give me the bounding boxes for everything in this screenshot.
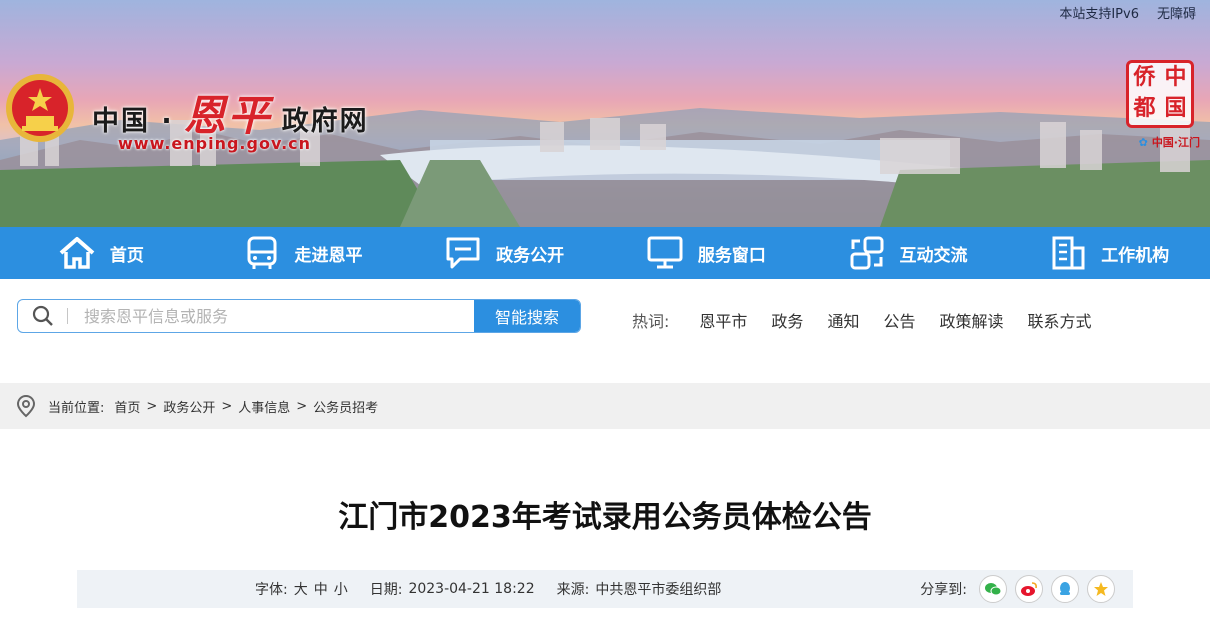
hot-keyword[interactable]: 政务 — [771, 308, 803, 332]
seal-caption-text: 中国·江门 — [1151, 136, 1200, 149]
ipv6-link[interactable]: 本站支持IPv6 — [1059, 3, 1139, 22]
nav-label: 工作机构 — [1101, 245, 1170, 266]
hot-keyword[interactable]: 政策解读 — [939, 308, 1003, 332]
hot-keyword[interactable]: 通知 — [827, 308, 859, 332]
font-size-medium[interactable]: 中 — [314, 579, 328, 599]
accessibility-link[interactable]: 无障碍 — [1157, 3, 1196, 22]
publish-date: 2023-04-21 18:22 — [408, 581, 535, 597]
font-size-label: 字体: — [255, 582, 288, 598]
nav-label: 政务公开 — [496, 245, 565, 266]
seal-char: 国 — [1164, 96, 1187, 121]
breadcrumb-link[interactable]: 公务员招考 — [313, 397, 378, 416]
seal-char: 都 — [1133, 96, 1156, 121]
hot-keyword[interactable]: 联系方式 — [1027, 308, 1091, 332]
nav-item-gov-affairs[interactable]: 政务公开 — [403, 227, 605, 279]
qq-icon — [1060, 582, 1070, 595]
bus-icon — [247, 236, 276, 269]
header-banner: 本站支持IPv6 无障碍 中国 · 恩平 政府网 www.enping.gov.… — [0, 0, 1210, 227]
main-nav: 首页 走进恩平 政务公开 服务窗口 互动交流 工作机构 — [0, 227, 1210, 279]
monitor-icon — [647, 236, 683, 269]
nav-label: 服务窗口 — [697, 245, 766, 266]
search-icon[interactable] — [18, 305, 68, 326]
seal-caption: ✿ 中国·江门 — [1139, 134, 1200, 150]
font-size-large[interactable]: 大 — [294, 579, 308, 599]
wechat-share-button[interactable] — [979, 575, 1007, 603]
article-meta: 字体: 大 中 小 日期: 2023-04-21 18:22 来源: 中共恩平市… — [255, 579, 721, 599]
nav-item-home[interactable]: 首页 — [0, 227, 202, 279]
home-icon — [59, 237, 95, 269]
wechat-icon — [985, 583, 1002, 596]
nav-item-about[interactable]: 走进恩平 — [202, 227, 404, 279]
breadcrumb-separator: > — [296, 398, 308, 414]
breadcrumb-separator: > — [146, 398, 158, 414]
hot-keywords-label: 热词: — [632, 312, 670, 331]
nav-item-institutions[interactable]: 工作机构 — [1008, 227, 1210, 279]
breadcrumb-label: 当前位置: — [48, 400, 105, 416]
nav-label: 走进恩平 — [294, 245, 363, 266]
article-meta-bar: 字体: 大 中 小 日期: 2023-04-21 18:22 来源: 中共恩平市… — [77, 570, 1133, 608]
building-icon — [1052, 236, 1085, 270]
share-label: 分享到: — [920, 582, 967, 598]
seal-char: 侨 — [1133, 65, 1156, 90]
hot-keyword[interactable]: 恩平市 — [699, 308, 747, 332]
colorful-logo-icon: ✿ — [1138, 135, 1148, 149]
breadcrumb-separator: > — [221, 398, 233, 414]
qzone-share-button[interactable] — [1087, 575, 1115, 603]
site-url: www.enping.gov.cn — [118, 134, 312, 153]
share-bar: 分享到: — [920, 575, 1115, 603]
hot-keywords: 热词: 恩平市 政务 通知 公告 政策解读 联系方式 — [632, 308, 1116, 332]
smart-search-button[interactable]: 智能搜索 — [474, 300, 580, 332]
interact-icon — [850, 236, 884, 270]
search-box: 智能搜索 — [17, 299, 581, 333]
search-input[interactable] — [68, 300, 474, 332]
breadcrumb-link[interactable]: 首页 — [114, 397, 140, 416]
weibo-icon — [1021, 582, 1037, 596]
breadcrumb: 当前位置: 首页 > 政务公开 > 人事信息 > 公务员招考 — [0, 383, 1210, 429]
breadcrumb-link[interactable]: 人事信息 — [238, 397, 290, 416]
font-size-small[interactable]: 小 — [334, 579, 348, 599]
site-title-suffix: 政府网 — [281, 106, 369, 137]
nav-item-interaction[interactable]: 互动交流 — [807, 227, 1009, 279]
article-source: 中共恩平市委组织部 — [595, 582, 722, 598]
star-icon — [1094, 582, 1108, 596]
seal-char: 中 — [1164, 65, 1187, 90]
article-title: 江门市2023年考试录用公务员体检公告 — [338, 500, 872, 535]
nav-item-services[interactable]: 服务窗口 — [605, 227, 807, 279]
breadcrumb-link[interactable]: 政务公开 — [163, 397, 215, 416]
site-title-prefix: 中国 · — [92, 106, 174, 137]
qq-share-button[interactable] — [1051, 575, 1079, 603]
location-pin-icon — [16, 394, 36, 418]
nav-label: 互动交流 — [899, 245, 968, 266]
nav-label: 首页 — [109, 245, 144, 266]
hot-keyword[interactable]: 公告 — [883, 308, 915, 332]
national-emblem-icon[interactable] — [4, 70, 76, 148]
date-label: 日期: — [369, 582, 403, 598]
chat-icon — [446, 237, 480, 269]
top-links: 本站支持IPv6 无障碍 — [1059, 3, 1196, 22]
overseas-chinese-seal-logo: 侨 中 都 国 — [1126, 60, 1194, 128]
weibo-share-button[interactable] — [1015, 575, 1043, 603]
source-label: 来源: — [556, 582, 590, 598]
